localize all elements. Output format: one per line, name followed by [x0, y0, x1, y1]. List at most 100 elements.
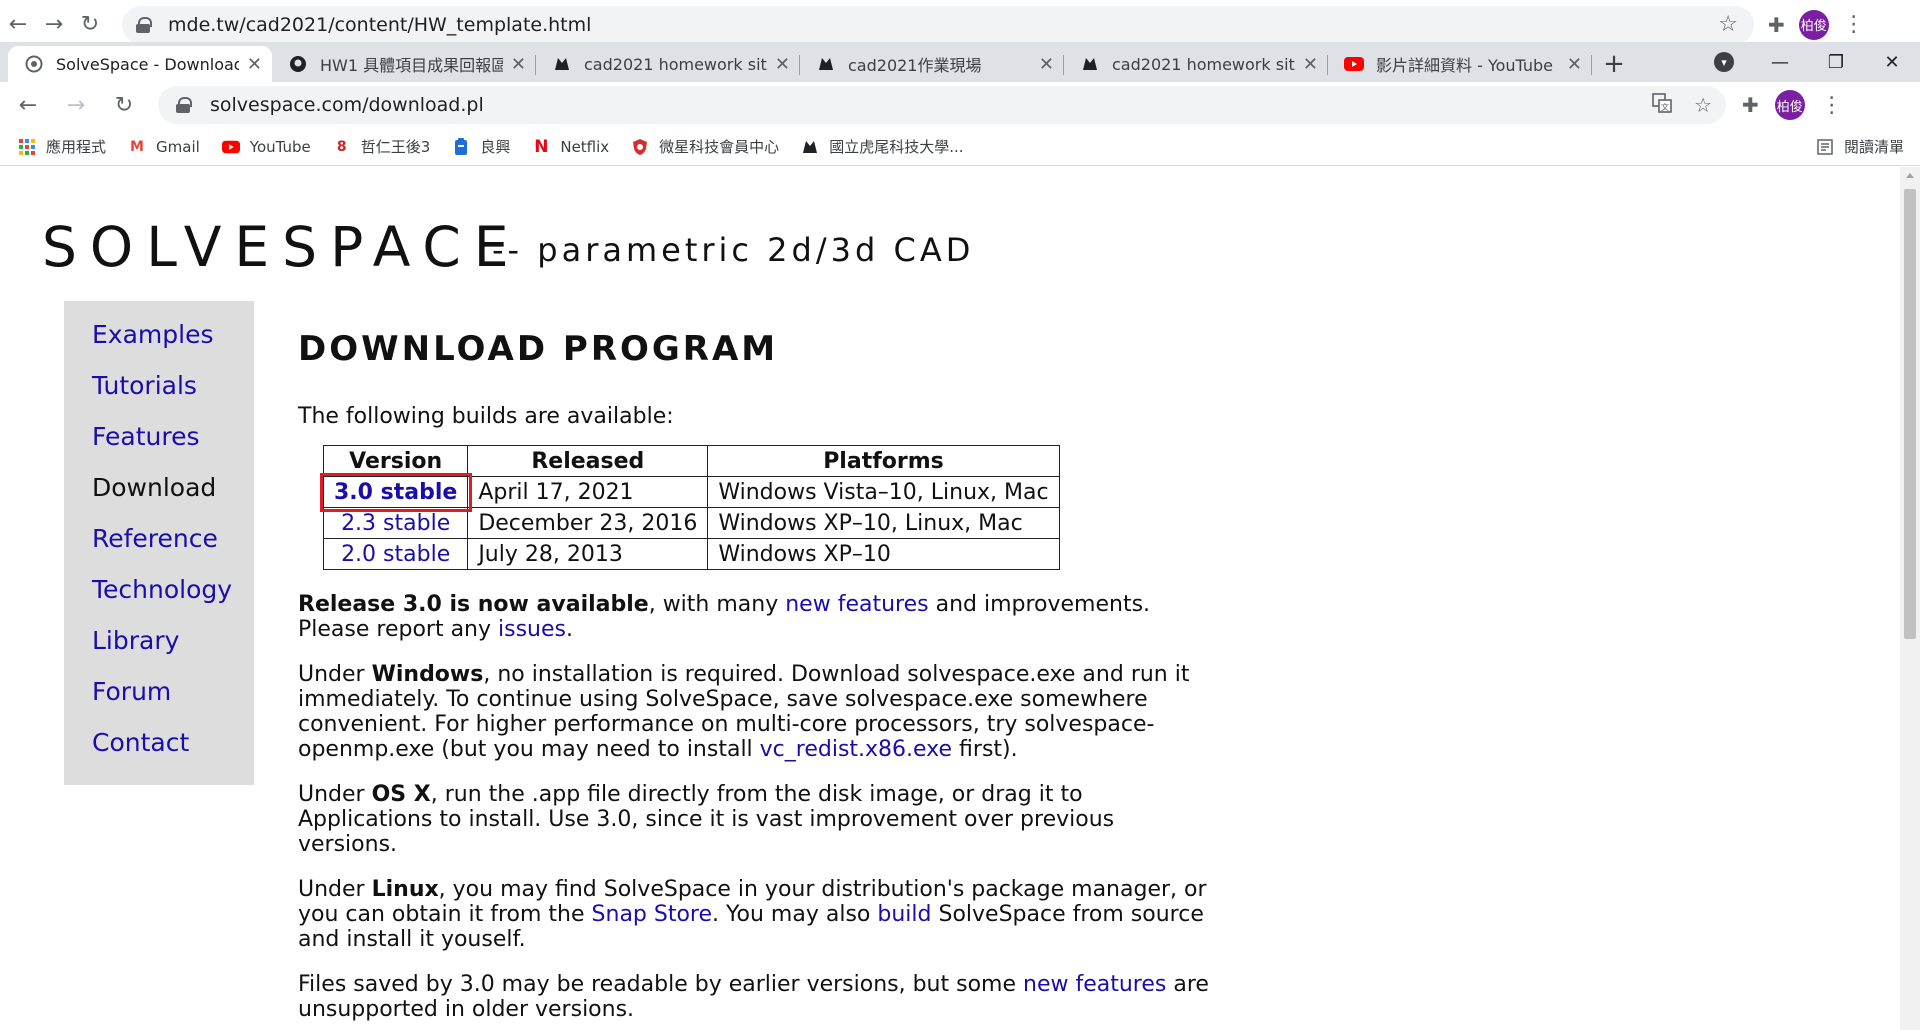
close-tab-icon[interactable]: ✕: [1303, 54, 1318, 75]
svg-text:文: 文: [1661, 102, 1669, 112]
reload-button[interactable]: ↻: [104, 85, 144, 125]
close-tab-icon[interactable]: ✕: [1567, 54, 1582, 75]
table-row: 3.0 stable April 17, 2021 Windows Vista–…: [319, 472, 1060, 512]
windows-paragraph: Under Windows, no installation is requir…: [298, 662, 1218, 762]
netflix-icon: N: [534, 136, 549, 157]
close-tab-icon[interactable]: ✕: [511, 54, 526, 75]
side-navigation: Examples Tutorials Features Download Ref…: [64, 301, 254, 785]
released-cell: December 23, 2016: [467, 507, 709, 539]
osx-paragraph: Under OS X, run the .app file directly f…: [298, 782, 1218, 857]
reading-list-icon: [1816, 138, 1834, 156]
reading-list[interactable]: 閱讀清單: [1816, 136, 1904, 157]
new-tab-button[interactable]: +: [1592, 46, 1636, 82]
close-window-button[interactable]: ✕: [1864, 42, 1920, 82]
table-row: 2.0 stable July 28, 2013 Windows XP–10: [322, 538, 1060, 570]
windows-bold: Windows: [371, 662, 484, 687]
outer-forward-button[interactable]: →: [36, 5, 72, 45]
close-tab-icon[interactable]: ✕: [1039, 54, 1054, 75]
tab-cad2021-homework-2[interactable]: cad2021 homework site ✕: [1064, 46, 1328, 82]
tab-title: HW1 具體項目成果回報區 ·: [320, 56, 503, 75]
bookmark-msi[interactable]: 微星科技會員中心: [631, 136, 779, 157]
column-header: Released: [467, 445, 709, 477]
forward-button[interactable]: →: [56, 85, 96, 125]
profile-avatar[interactable]: 柏俊: [1774, 90, 1805, 120]
bookmark-gmail[interactable]: M Gmail: [128, 138, 200, 156]
msi-shield-icon: [631, 138, 649, 156]
extensions-icon[interactable]: ✚: [1742, 93, 1759, 117]
outer-address-bar[interactable]: mde.tw/cad2021/content/HW_template.html …: [122, 5, 1754, 44]
bookmark-star-icon[interactable]: ☆: [1694, 93, 1712, 117]
vc-redist-link[interactable]: vc_redist.x86.exe: [760, 737, 952, 762]
bookmark-youtube[interactable]: YouTube: [221, 137, 311, 156]
bookmark-drama[interactable]: 8 哲仁王後3: [333, 136, 430, 157]
tab-cad2021-homework-1[interactable]: cad2021 homework site ✕: [536, 46, 800, 82]
table-row: 2.3 stable December 23, 2016 Windows XP–…: [322, 507, 1060, 539]
version-link[interactable]: 2.0 stable: [341, 542, 450, 567]
nav-technology[interactable]: Technology: [92, 576, 254, 627]
page-heading: DOWNLOAD PROGRAM: [298, 329, 779, 369]
bookmark-nfu[interactable]: 國立虎尾科技大學...: [801, 136, 964, 157]
bookmark-label: 微星科技會員中心: [659, 138, 780, 156]
extensions-icon[interactable]: ✚: [1768, 13, 1785, 37]
issues-link[interactable]: issues: [498, 617, 566, 642]
nav-reference[interactable]: Reference: [92, 525, 254, 576]
address-bar[interactable]: solvespace.com/download.pl 文 ☆: [158, 86, 1726, 124]
outer-reload-button[interactable]: ↻: [72, 5, 108, 45]
nav-examples[interactable]: Examples: [92, 321, 254, 372]
profile-avatar[interactable]: 柏俊: [1798, 9, 1829, 40]
version-link[interactable]: 3.0 stable: [334, 480, 457, 505]
nav-contact[interactable]: Contact: [92, 729, 254, 780]
tab-search-button[interactable]: ▾: [1696, 42, 1752, 82]
nav-forum[interactable]: Forum: [92, 678, 254, 729]
bookmark-label: 良興: [480, 138, 511, 156]
text: Under: [298, 782, 372, 807]
version-link[interactable]: 2.3 stable: [341, 511, 450, 536]
tab-hw1[interactable]: HW1 具體項目成果回報區 · ✕: [272, 46, 536, 82]
restore-button[interactable]: ❐: [1808, 42, 1864, 82]
snap-store-link[interactable]: Snap Store: [592, 902, 713, 927]
scroll-up-arrow-icon[interactable]: [1906, 173, 1914, 178]
bookmark-label: 國立虎尾科技大學...: [829, 138, 964, 156]
menu-kebab-icon[interactable]: ⋮: [1821, 93, 1843, 118]
main-content: DOWNLOAD PROGRAM The following builds ar…: [298, 329, 1218, 1030]
chevron-down-icon: ▾: [1714, 52, 1734, 72]
web-page: SOLVESPACE -- parametric 2d/3d CAD Examp…: [0, 167, 1900, 1030]
tab-title: SolveSpace - Download: [56, 54, 239, 74]
back-button[interactable]: ←: [8, 85, 48, 125]
close-tab-icon[interactable]: ✕: [247, 54, 262, 75]
browser-toolbar: ← → ↻ solvespace.com/download.pl 文 ☆ ✚ 柏…: [0, 82, 1920, 128]
nav-library[interactable]: Library: [92, 627, 254, 678]
bookmark-star-icon[interactable]: ☆: [1718, 12, 1738, 37]
outer-back-button[interactable]: ←: [0, 5, 36, 45]
compat-paragraph: Files saved by 3.0 may be readable by ea…: [298, 972, 1218, 1022]
bookmark-liangxing[interactable]: 良興: [452, 136, 510, 157]
reading-list-label: 閱讀清單: [1843, 138, 1904, 156]
nav-download: Download: [92, 473, 217, 502]
nav-tutorials[interactable]: Tutorials: [92, 372, 254, 423]
close-tab-icon[interactable]: ✕: [775, 54, 790, 75]
tab-youtube-studio[interactable]: 影片詳細資料 - YouTube St ✕: [1328, 46, 1592, 82]
column-header: Version: [322, 445, 469, 477]
scroll-thumb[interactable]: [1904, 189, 1916, 639]
gmail-icon: M: [130, 138, 144, 155]
page-scrollbar[interactable]: [1900, 167, 1920, 1030]
bookmark-label: YouTube: [249, 137, 311, 156]
outer-url-text: mde.tw/cad2021/content/HW_template.html: [168, 13, 592, 36]
tab-cad2021-live[interactable]: cad2021作業現場 ✕: [800, 46, 1064, 82]
new-features-link[interactable]: new features: [1023, 972, 1166, 997]
new-features-link[interactable]: new features: [785, 592, 928, 617]
nav-features[interactable]: Features: [92, 423, 254, 474]
tab-solvespace-download[interactable]: SolveSpace - Download ✕: [8, 46, 272, 82]
bookmark-netflix[interactable]: N Netflix: [532, 136, 609, 157]
solvespace-favicon-icon: [24, 54, 44, 74]
text: . You may also: [712, 902, 878, 927]
tab-title: cad2021 homework site: [584, 54, 767, 74]
tiger-icon: [816, 54, 836, 74]
minimize-button[interactable]: —: [1752, 42, 1808, 82]
youtube-icon: [221, 138, 240, 156]
build-link[interactable]: build: [877, 902, 931, 927]
menu-kebab-icon[interactable]: ⋮: [1843, 12, 1865, 37]
tab-title: cad2021作業現場: [848, 56, 982, 75]
translate-icon[interactable]: 文: [1652, 92, 1672, 118]
bookmark-apps[interactable]: 應用程式: [18, 136, 106, 157]
